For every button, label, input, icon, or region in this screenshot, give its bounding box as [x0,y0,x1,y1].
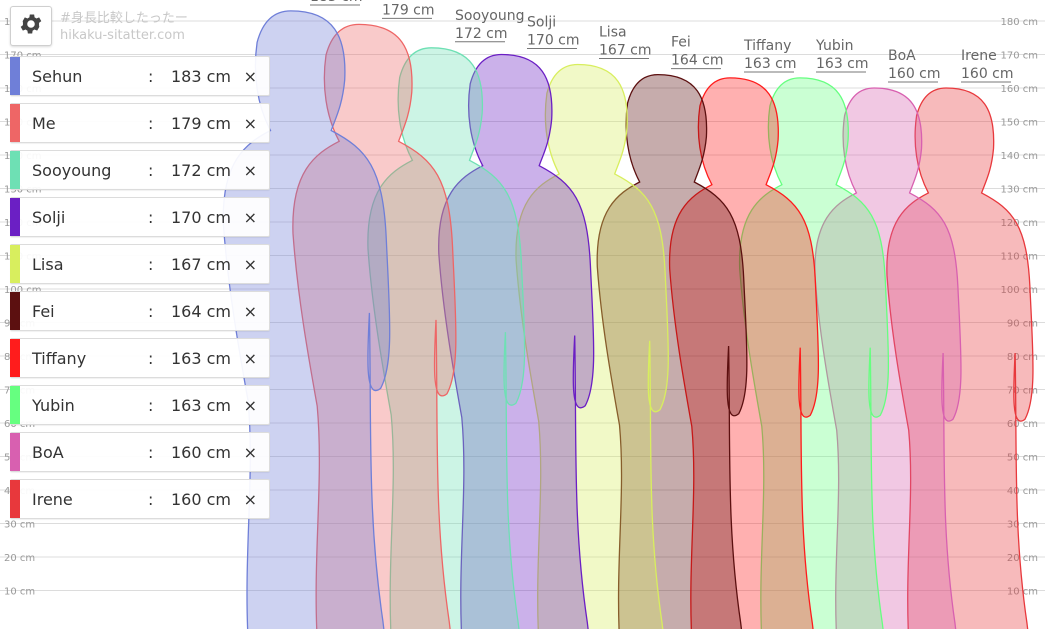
scale-tick-right: 170 cm [1000,51,1038,62]
separator: : [148,160,154,180]
figure-name-label: BoA [888,48,916,64]
figure-name-label: Sooyoung [455,8,525,24]
close-icon[interactable]: × [244,208,257,227]
scale-tick-right: 180 cm [1000,17,1038,28]
separator: : [148,254,154,274]
person-row[interactable]: Fei:164 cm × [10,291,270,331]
figure-name-label: Yubin [815,38,853,54]
person-list: Sehun:183 cm × Me:179 cm × Sooyoung:172 cm × S… [10,56,270,526]
close-icon[interactable]: × [244,255,257,274]
person-name[interactable]: Tiffany [32,349,86,368]
separator: : [148,66,154,86]
site-brand: #身長比較したったー hikaku-sitatter.com [60,10,188,44]
person-row[interactable]: Me:179 cm × [10,103,270,143]
scale-tick-right: 130 cm [1000,185,1038,196]
figure-height-label: 183 cm [310,0,363,5]
figure-height-label: 179 cm [382,2,435,18]
separator: : [148,395,154,415]
figure-height-label: 167 cm [599,43,652,59]
figure-height-label: 172 cm [455,26,508,42]
person-name[interactable]: Solji [32,208,65,227]
color-swatch[interactable] [10,245,20,283]
person-row[interactable]: Lisa:167 cm × [10,244,270,284]
person-name[interactable]: BoA [32,443,64,462]
person-height[interactable]: 163 cm [171,396,231,415]
scale-tick-right: 140 cm [1000,151,1038,162]
person-name[interactable]: Yubin [32,396,75,415]
separator: : [148,207,154,227]
color-swatch[interactable] [10,151,20,189]
close-icon[interactable]: × [244,396,257,415]
separator: : [148,442,154,462]
person-height[interactable]: 160 cm [171,490,231,509]
person-row[interactable]: Sehun:183 cm × [10,56,270,96]
close-icon[interactable]: × [244,302,257,321]
person-height[interactable]: 179 cm [171,114,231,133]
brand-url: hikaku-sitatter.com [60,28,185,43]
person-name[interactable]: Me [32,114,56,133]
person-name[interactable]: Sooyoung [32,161,111,180]
person-row[interactable]: Sooyoung:172 cm × [10,150,270,190]
settings-button[interactable] [10,6,52,46]
person-name[interactable]: Lisa [32,255,64,274]
scale-tick-right: 150 cm [1000,118,1038,129]
separator: : [148,301,154,321]
figure-height-label: 163 cm [744,56,797,72]
person-row[interactable]: Tiffany:163 cm × [10,338,270,378]
person-row[interactable]: Irene:160 cm × [10,479,270,519]
person-height[interactable]: 164 cm [171,302,231,321]
person-height[interactable]: 160 cm [171,443,231,462]
close-icon[interactable]: × [244,161,257,180]
person-height[interactable]: 170 cm [171,208,231,227]
figure-height-label: 160 cm [961,66,1014,82]
person-name[interactable]: Fei [32,302,55,321]
figure-height-label: 164 cm [671,53,724,69]
figure-height-label: 170 cm [527,33,580,49]
person-height[interactable]: 172 cm [171,161,231,180]
figure-height-label: 163 cm [816,56,869,72]
figure-height-label: 160 cm [888,66,941,82]
silhouettes [222,10,1034,629]
color-swatch[interactable] [10,104,20,142]
color-swatch[interactable] [10,57,20,95]
figure-name-label: Irene [961,48,997,64]
close-icon[interactable]: × [244,67,257,86]
scale-tick-right: 160 cm [1000,84,1038,95]
person-height[interactable]: 183 cm [171,67,231,86]
close-icon[interactable]: × [244,114,257,133]
brand-hashtag: #身長比較したったー [60,11,188,26]
person-height[interactable]: 167 cm [171,255,231,274]
gear-icon [18,11,44,41]
separator: : [148,489,154,509]
scale-tick-left: 10 cm [4,587,35,598]
color-swatch[interactable] [10,480,20,518]
person-name[interactable]: Irene [32,490,73,509]
person-row[interactable]: BoA:160 cm × [10,432,270,472]
color-swatch[interactable] [10,292,20,330]
figure-name-label: Tiffany [743,38,791,54]
scale-tick-left: 20 cm [4,553,35,564]
person-height[interactable]: 163 cm [171,349,231,368]
color-swatch[interactable] [10,198,20,236]
figure-name-label: Lisa [599,25,627,41]
color-swatch[interactable] [10,386,20,424]
separator: : [148,113,154,133]
person-row[interactable]: Solji:170 cm × [10,197,270,237]
figure-name-label: Fei [671,35,691,51]
person-row[interactable]: Yubin:163 cm × [10,385,270,425]
close-icon[interactable]: × [244,349,257,368]
color-swatch[interactable] [10,339,20,377]
close-icon[interactable]: × [244,490,257,509]
color-swatch[interactable] [10,433,20,471]
close-icon[interactable]: × [244,443,257,462]
figure-name-label: Solji [527,15,556,31]
person-name[interactable]: Sehun [32,67,82,86]
separator: : [148,348,154,368]
